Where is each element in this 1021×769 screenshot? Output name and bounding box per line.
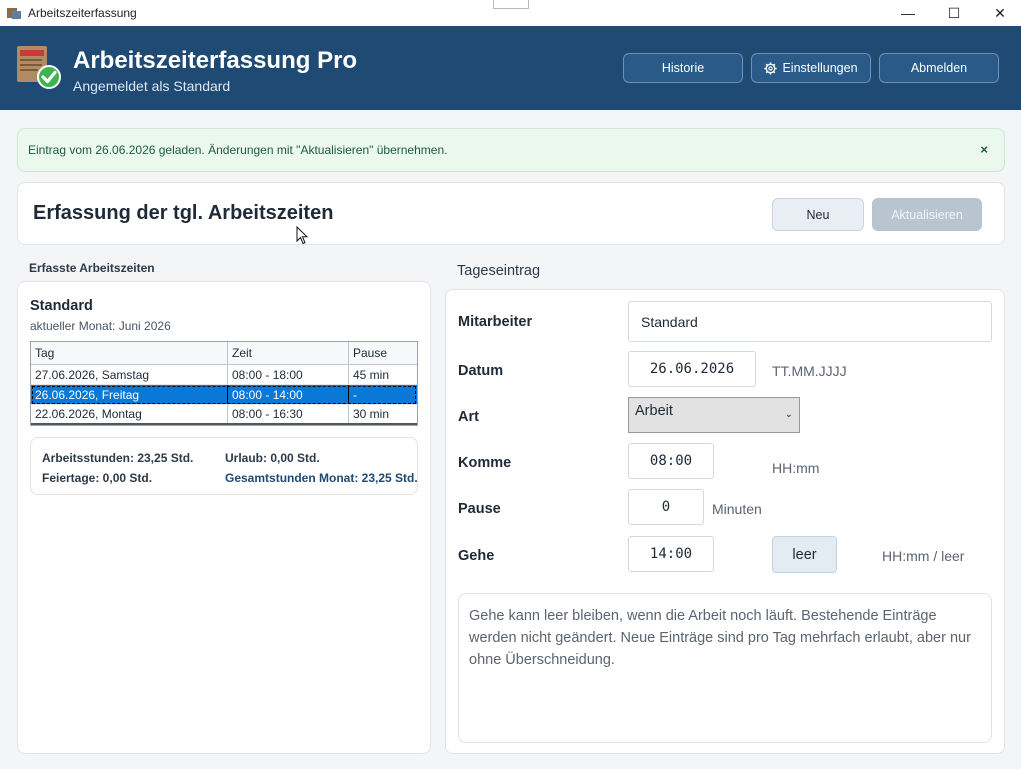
app-icon xyxy=(7,8,21,19)
app-logo-icon xyxy=(17,46,61,89)
app-title: Arbeitszeiterfassung Pro xyxy=(73,47,358,74)
table-header-row: Tag Zeit Pause xyxy=(31,342,417,365)
cell-tag: 27.06.2026, Samstag xyxy=(31,365,228,384)
settings-button[interactable]: Einstellungen xyxy=(751,53,871,83)
current-month: aktueller Monat: Juni 2026 xyxy=(30,319,171,333)
summary-holidays: Feiertage: 0,00 Std. xyxy=(42,471,153,485)
info-text-box: Gehe kann leer bleiben, wenn die Arbeit … xyxy=(458,593,992,743)
window-title: Arbeitszeiterfassung xyxy=(28,6,137,20)
employee-name: Standard xyxy=(30,298,93,314)
column-header-pause[interactable]: Pause xyxy=(349,342,417,364)
recorded-times-label: Erfasste Arbeitszeiten xyxy=(29,261,155,275)
cell-tag: 26.06.2026, Freitag xyxy=(31,385,228,404)
label-pause: Pause xyxy=(458,501,501,517)
info-notice: Eintrag vom 26.06.2026 geladen. Änderung… xyxy=(17,128,1005,172)
type-select-value: Arbeit xyxy=(635,403,673,419)
date-field[interactable]: 26.06.2026 xyxy=(628,351,756,387)
break-unit-hint: Minuten xyxy=(712,501,762,517)
snap-layout-handle[interactable] xyxy=(493,0,529,9)
label-gehe: Gehe xyxy=(458,548,495,564)
month-summary: Arbeitsstunden: 23,25 Std. Urlaub: 0,00 … xyxy=(30,437,418,495)
type-select[interactable]: Arbeit ⌄ xyxy=(628,397,800,433)
gear-icon xyxy=(764,61,778,75)
summary-total-month: Gesamtstunden Monat: 23,25 Std. xyxy=(225,471,418,485)
logged-in-user: Angemeldet als Standard xyxy=(73,78,231,94)
break-minutes-field[interactable]: 0 xyxy=(628,489,704,525)
cell-zeit: 08:00 - 14:00 xyxy=(228,385,349,404)
update-button[interactable]: Aktualisieren xyxy=(872,198,982,231)
end-time-field[interactable]: 14:00 xyxy=(628,536,714,572)
table-row-selected[interactable]: 26.06.2026, Freitag 08:00 - 14:00 - xyxy=(31,385,417,405)
label-mitarbeiter: Mitarbeiter xyxy=(458,314,533,330)
start-time-field[interactable]: 08:00 xyxy=(628,443,714,479)
app-header: Arbeitszeiterfassung Pro Angemeldet als … xyxy=(0,26,1021,110)
cell-pause: 45 min xyxy=(353,367,390,382)
logout-button-label: Abmelden xyxy=(910,61,968,75)
cell-zeit: 08:00 - 18:00 xyxy=(228,365,349,384)
start-time-hint: HH:mm xyxy=(772,460,820,476)
mouse-cursor-icon xyxy=(296,226,308,245)
page-title: Erfassung der tgl. Arbeitszeiten xyxy=(33,202,334,224)
end-time-hint: HH:mm / leer xyxy=(882,548,965,564)
label-komme: Komme xyxy=(458,455,512,471)
table-row[interactable]: 27.06.2026, Samstag 08:00 - 18:00 45 min xyxy=(31,365,417,385)
times-table: Tag Zeit Pause 27.06.2026, Samstag 08:00… xyxy=(30,341,418,426)
employee-field[interactable]: Standard xyxy=(628,301,992,342)
minimize-button[interactable]: — xyxy=(885,0,931,26)
label-art: Art xyxy=(458,409,479,425)
chevron-down-icon: ⌄ xyxy=(784,409,793,420)
clear-end-time-button[interactable]: leer xyxy=(772,536,837,573)
logout-button[interactable]: Abmelden xyxy=(879,53,999,83)
summary-vacation: Urlaub: 0,00 Std. xyxy=(225,451,320,465)
history-button-label: Historie xyxy=(661,61,705,75)
column-header-zeit[interactable]: Zeit xyxy=(228,342,349,364)
summary-work-hours: Arbeitsstunden: 23,25 Std. xyxy=(42,451,194,465)
history-button[interactable]: Historie xyxy=(623,53,743,83)
recorded-times-panel: Standard aktueller Monat: Juni 2026 Tag … xyxy=(17,281,431,754)
notice-text: Eintrag vom 26.06.2026 geladen. Änderung… xyxy=(28,143,448,157)
maximize-button[interactable]: ☐ xyxy=(931,0,977,26)
table-row[interactable]: 22.06.2026, Montag 08:00 - 16:30 30 min xyxy=(31,405,417,425)
page-title-card: Erfassung der tgl. Arbeitszeiten Neu Akt… xyxy=(17,182,1005,245)
day-entry-panel: Mitarbeiter Standard Datum 26.06.2026 TT… xyxy=(445,289,1005,754)
window-titlebar: Arbeitszeiterfassung — ☐ ✕ xyxy=(0,0,1021,26)
cell-zeit: 08:00 - 16:30 xyxy=(228,405,349,423)
cell-tag: 22.06.2026, Montag xyxy=(31,405,228,423)
notice-close-icon[interactable]: × xyxy=(980,142,988,157)
day-entry-label: Tageseintrag xyxy=(457,263,541,279)
cell-pause: 30 min xyxy=(353,407,390,421)
date-format-hint: TT.MM.JJJJ xyxy=(772,363,847,379)
column-header-tag[interactable]: Tag xyxy=(31,342,228,364)
close-window-button[interactable]: ✕ xyxy=(977,0,1021,26)
label-datum: Datum xyxy=(458,363,504,379)
settings-button-label: Einstellungen xyxy=(782,61,858,75)
cell-pause: - xyxy=(353,387,357,402)
new-entry-button[interactable]: Neu xyxy=(772,198,864,231)
